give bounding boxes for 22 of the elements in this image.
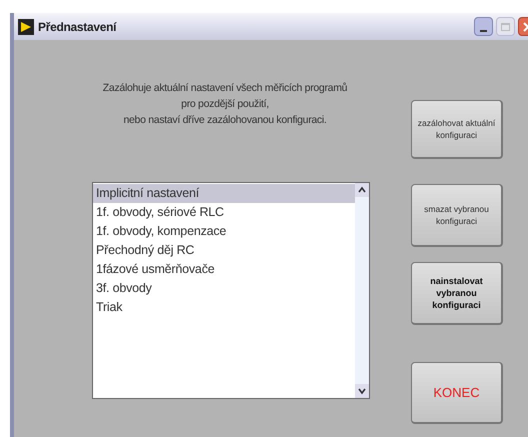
list-item[interactable]: Implicitní nastavení — [93, 184, 355, 203]
list-item[interactable]: 3f. obvody — [93, 279, 355, 298]
window-title: Přednastavení — [38, 18, 116, 36]
description-text: nebo nastaví dříve zazálohovanou konfiguraci. — [123, 113, 327, 128]
app-icon — [18, 18, 34, 34]
configuration-list[interactable]: Implicitní nastavení 1f. obvody, sériové RLC 1f. obvody, kompenzace Přechodný děj RC 1fázové usměrňovače 3f. obvody Triak — [92, 182, 370, 399]
maximize-icon — [501, 22, 510, 30]
scrollbar[interactable] — [355, 183, 369, 398]
description-text: Zazálohuje aktuální nastavení všech měřicích programů — [102, 81, 348, 96]
action-button[interactable]: zazálohovat aktuální konfiguraci — [411, 100, 503, 159]
minimize-button[interactable] — [474, 17, 493, 36]
action-button[interactable]: smazat vybranou konfiguraci — [411, 184, 503, 247]
list-item[interactable]: Triak — [93, 298, 355, 317]
list-item[interactable]: 1f. obvody, kompenzace — [93, 222, 355, 241]
list-item[interactable]: 1f. obvody, sériové RLC — [93, 203, 355, 222]
description-text: pro pozdější použití, — [181, 97, 269, 112]
scroll-up-icon[interactable] — [355, 183, 369, 197]
action-button[interactable]: nainstalovat vybranou konfiguraci — [411, 262, 503, 325]
minimize-icon — [480, 30, 487, 32]
list-item[interactable]: 1fázové usměrňovače — [93, 260, 355, 279]
list-item[interactable]: Přechodný děj RC — [93, 241, 355, 260]
scroll-down-icon[interactable] — [355, 384, 369, 398]
